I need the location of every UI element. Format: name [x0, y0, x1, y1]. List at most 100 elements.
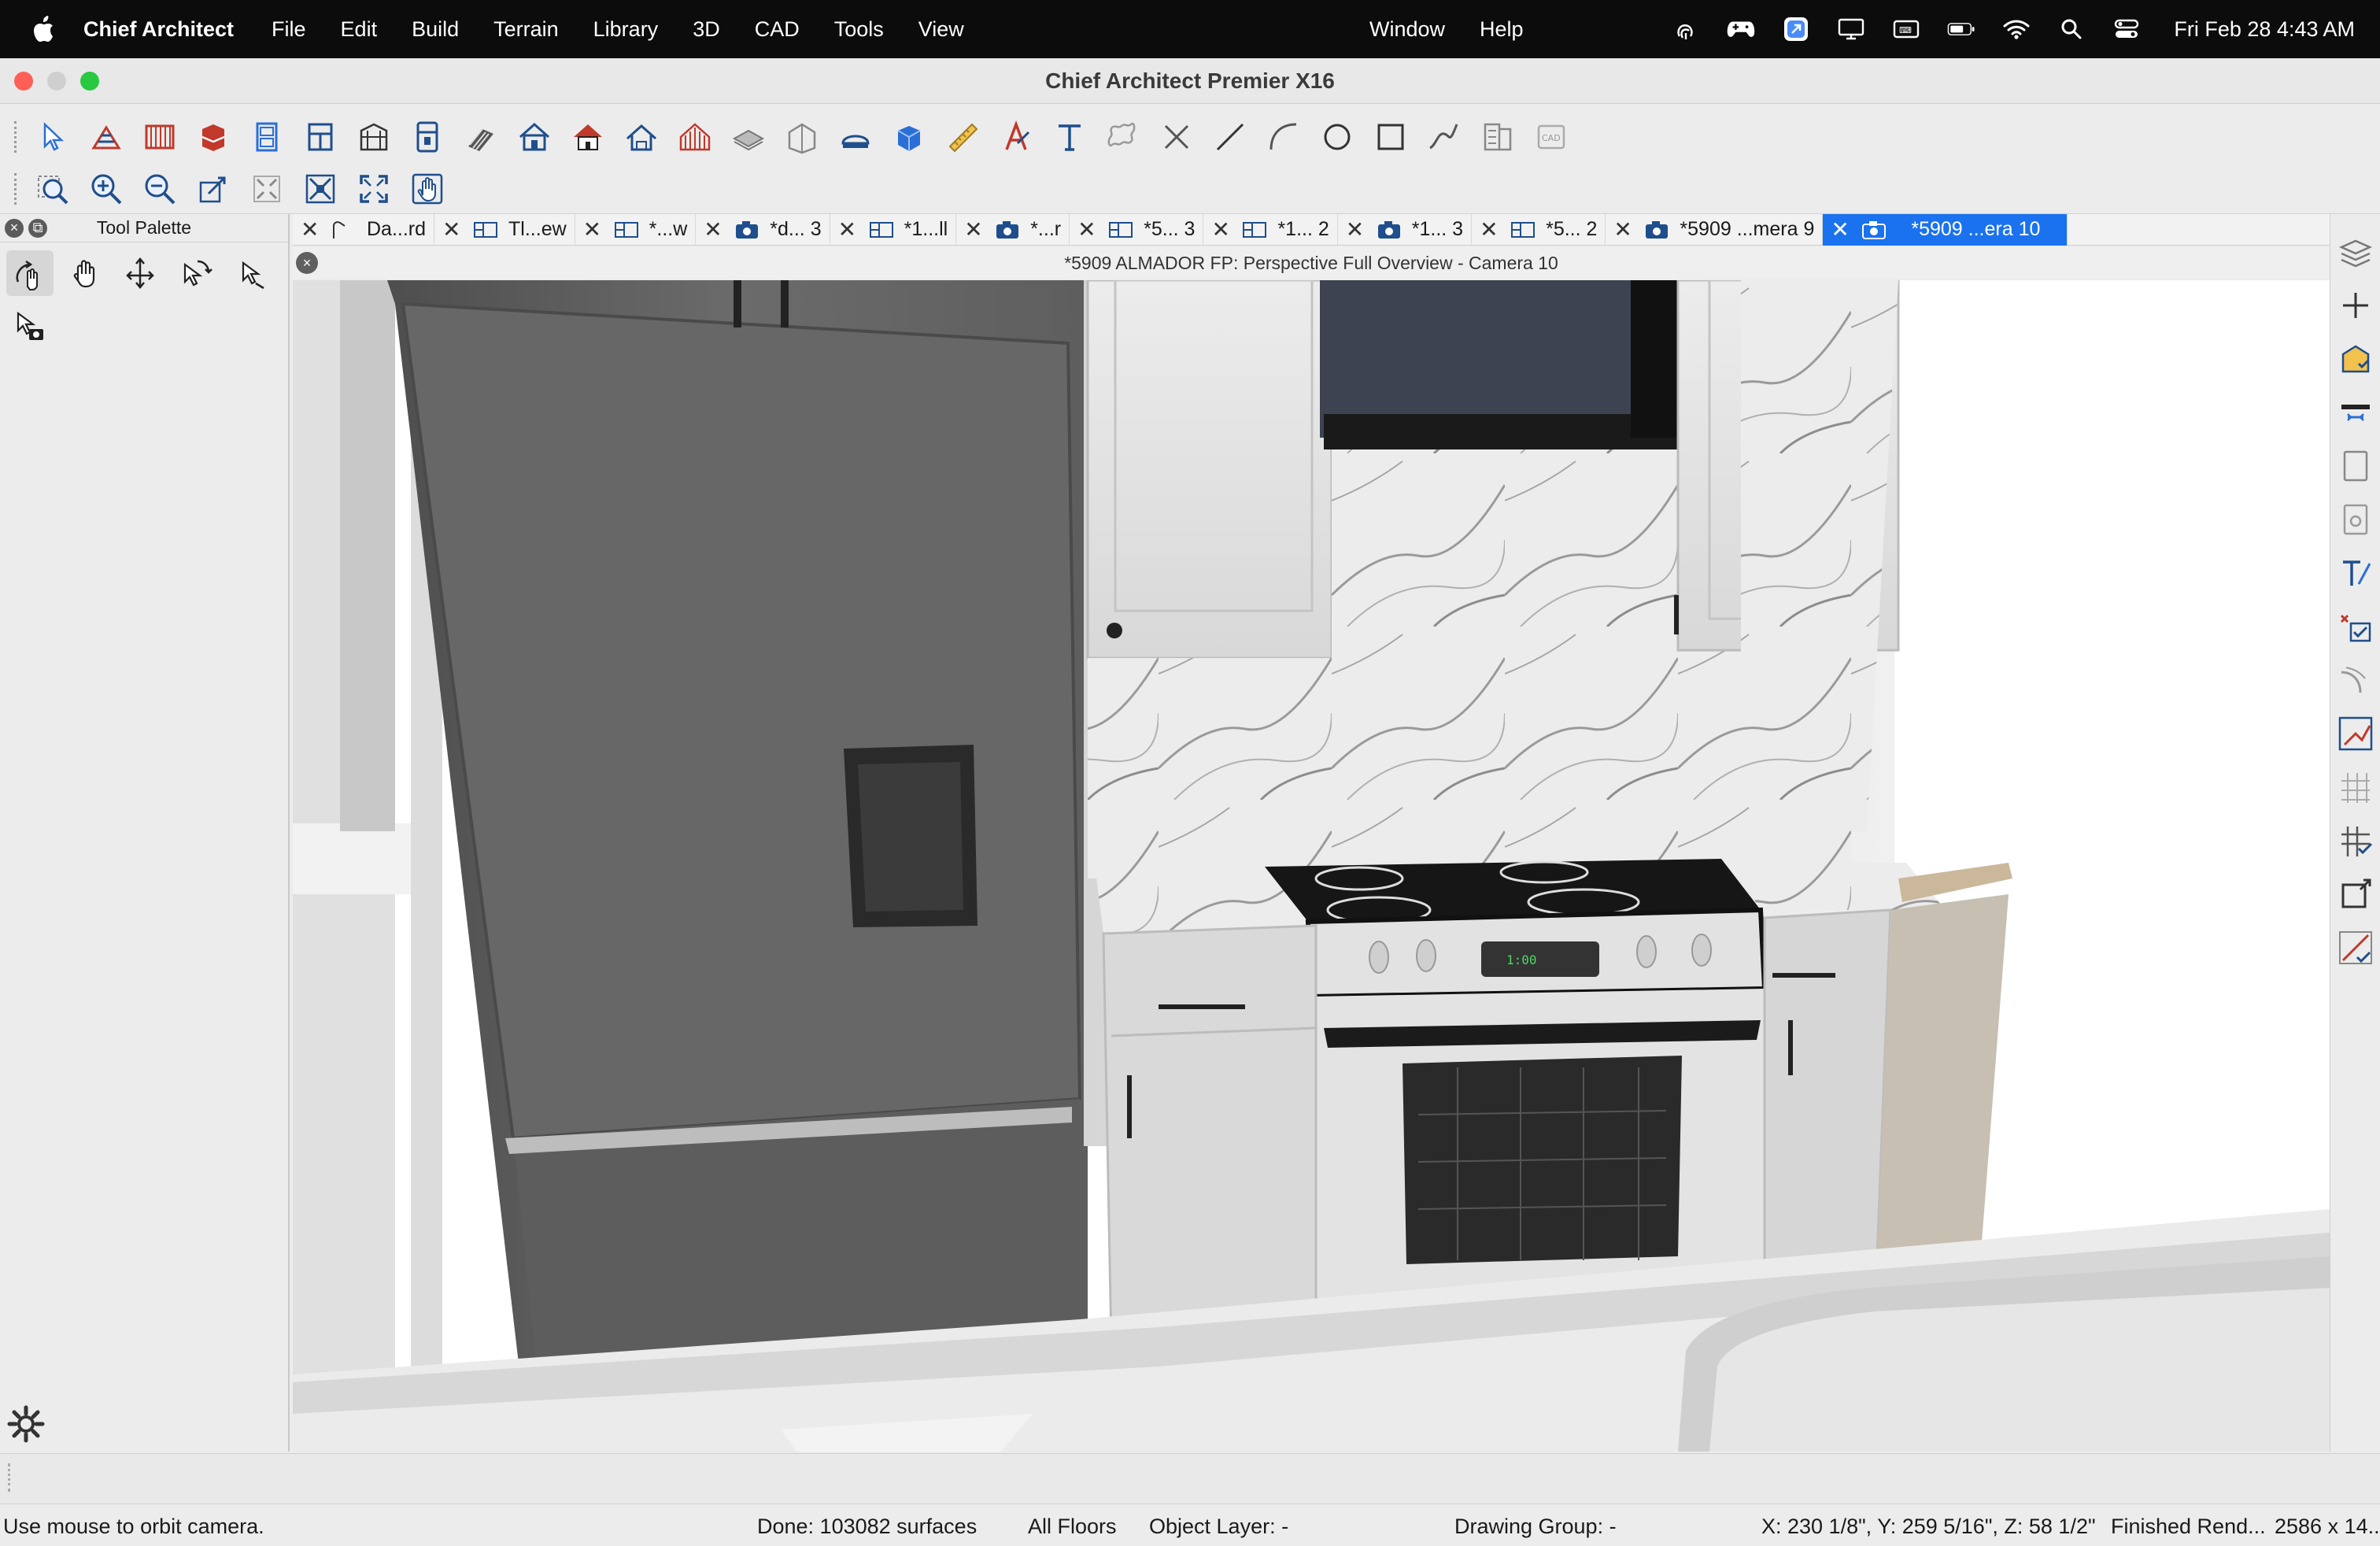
- spline-icon[interactable]: [1421, 114, 1467, 160]
- fill-window-icon[interactable]: [244, 166, 290, 212]
- shelf-icon[interactable]: [351, 114, 397, 160]
- control-center-icon[interactable]: [2112, 17, 2141, 41]
- close-window-button[interactable]: [14, 72, 33, 91]
- rotate-camera-icon[interactable]: [172, 250, 219, 296]
- tab-view[interactable]: ✕ *1...ll: [830, 213, 957, 246]
- roof-icon[interactable]: [565, 114, 611, 160]
- close-tab-icon[interactable]: ✕: [1077, 216, 1099, 242]
- material-box-icon[interactable]: [886, 114, 932, 160]
- move-camera-icon[interactable]: [116, 250, 164, 296]
- menu-3d[interactable]: 3D: [693, 17, 720, 42]
- tab-view[interactable]: ✕ *1... 2: [1203, 213, 1338, 246]
- text-icon[interactable]: [1047, 114, 1092, 160]
- tab-view[interactable]: ✕ *d... 3: [696, 213, 830, 246]
- close-tab-icon[interactable]: ✕: [964, 216, 986, 242]
- circle-icon[interactable]: [1314, 114, 1360, 160]
- app-menu[interactable]: Chief Architect: [83, 17, 234, 42]
- arc-icon[interactable]: [1261, 114, 1306, 160]
- layer-display-icon[interactable]: [2337, 340, 2374, 378]
- spotlight-icon[interactable]: [2057, 17, 2086, 41]
- tab-view[interactable]: ✕ Da...rd: [293, 213, 435, 246]
- zoom-in-icon[interactable]: [83, 166, 129, 212]
- window-icon[interactable]: [298, 114, 343, 160]
- fill-window-building-icon[interactable]: [298, 166, 343, 212]
- zoom-icon[interactable]: [30, 166, 76, 212]
- framing-icon[interactable]: [672, 114, 718, 160]
- bound-box-icon[interactable]: [2337, 875, 2374, 913]
- line-icon[interactable]: [1207, 114, 1253, 160]
- tab-view[interactable]: ✕ *...r: [956, 213, 1070, 246]
- slab-icon[interactable]: [726, 114, 771, 160]
- hand-pan-icon[interactable]: [61, 250, 109, 296]
- close-tab-icon[interactable]: ✕: [1831, 216, 1853, 242]
- close-tab-icon[interactable]: ✕: [1613, 216, 1635, 242]
- close-view-button[interactable]: ×: [296, 252, 318, 274]
- menu-library[interactable]: Library: [593, 17, 659, 42]
- touch-id-icon[interactable]: [1672, 17, 1700, 41]
- text-check-icon[interactable]: [2337, 554, 2374, 592]
- callout-icon[interactable]: [1100, 114, 1146, 160]
- add-icon[interactable]: [2337, 287, 2374, 324]
- close-tab-icon[interactable]: ✕: [1211, 216, 1233, 242]
- toggle-icon[interactable]: [2337, 394, 2374, 431]
- menu-build[interactable]: Build: [412, 17, 459, 42]
- tab-view[interactable]: ✕ *5... 3: [1070, 213, 1204, 246]
- dormer-icon[interactable]: [619, 114, 664, 160]
- ruler-check-icon[interactable]: [2337, 929, 2374, 967]
- grid-icon[interactable]: [2337, 768, 2374, 806]
- undo-zoom-icon[interactable]: [190, 166, 236, 212]
- text-style-icon[interactable]: [993, 114, 1039, 160]
- battery-icon[interactable]: [1947, 17, 1975, 41]
- appliance-icon[interactable]: [405, 114, 450, 160]
- menu-cad[interactable]: CAD: [755, 17, 800, 42]
- zoom-out-icon[interactable]: [137, 166, 183, 212]
- close-tab-icon[interactable]: ✕: [301, 216, 323, 242]
- stairs-icon[interactable]: [458, 114, 504, 160]
- wifi-icon[interactable]: [2002, 17, 2031, 41]
- full-screen-icon[interactable]: [351, 166, 397, 212]
- menu-file[interactable]: File: [272, 17, 306, 42]
- layout-icon[interactable]: [1475, 114, 1521, 160]
- minimize-window-button[interactable]: [47, 72, 66, 91]
- close-tab-icon[interactable]: ✕: [1480, 216, 1502, 242]
- toolbar-grip[interactable]: [14, 172, 20, 205]
- detach-palette-button[interactable]: ⧉: [28, 218, 47, 238]
- page-icon[interactable]: [2337, 447, 2374, 485]
- close-tab-icon[interactable]: ✕: [1346, 216, 1368, 242]
- snap-grid-icon[interactable]: [2337, 822, 2374, 860]
- layers-icon[interactable]: [2337, 233, 2374, 271]
- menu-view[interactable]: View: [918, 17, 964, 42]
- check-list-icon[interactable]: [2337, 608, 2374, 645]
- camera-select-icon[interactable]: [6, 304, 54, 350]
- menu-window[interactable]: Window: [1369, 17, 1445, 42]
- menu-edit[interactable]: Edit: [341, 17, 378, 42]
- close-tab-icon[interactable]: ✕: [442, 216, 464, 242]
- browser-icon[interactable]: [1782, 17, 1810, 41]
- menu-help[interactable]: Help: [1480, 17, 1524, 42]
- close-tab-icon[interactable]: ✕: [583, 216, 605, 242]
- display-icon[interactable]: [1837, 17, 1865, 41]
- mouse-orbit-icon[interactable]: [227, 250, 274, 296]
- apple-icon[interactable]: [31, 15, 55, 43]
- camera-3d-viewport[interactable]: 1:00: [293, 280, 2330, 1452]
- preview-icon[interactable]: [2337, 501, 2374, 538]
- build-house-icon[interactable]: [512, 114, 557, 160]
- menu-tools[interactable]: Tools: [834, 17, 884, 42]
- cabinet-icon[interactable]: [190, 114, 236, 160]
- tab-view[interactable]: ✕ *1... 3: [1338, 213, 1473, 246]
- pan-icon[interactable]: [405, 166, 450, 212]
- tab-view[interactable]: ✕ *5... 2: [1472, 213, 1606, 246]
- delete-x-icon[interactable]: [1154, 114, 1199, 160]
- tab-view[interactable]: ✕ *...w: [575, 213, 697, 246]
- kitchen-render[interactable]: 1:00: [293, 280, 2330, 1452]
- curve-icon[interactable]: [2337, 661, 2374, 699]
- dimension-icon[interactable]: [940, 114, 985, 160]
- gamepad-icon[interactable]: [1727, 17, 1755, 41]
- tab-view[interactable]: ✕ *5909 ...mera 9: [1606, 213, 1824, 246]
- railing-icon[interactable]: [137, 114, 183, 160]
- panel-grip[interactable]: [8, 1463, 13, 1492]
- door-icon[interactable]: [244, 114, 290, 160]
- close-tab-icon[interactable]: ✕: [704, 216, 726, 242]
- gear-icon[interactable]: [6, 1404, 46, 1444]
- rectangle-icon[interactable]: [1368, 114, 1414, 160]
